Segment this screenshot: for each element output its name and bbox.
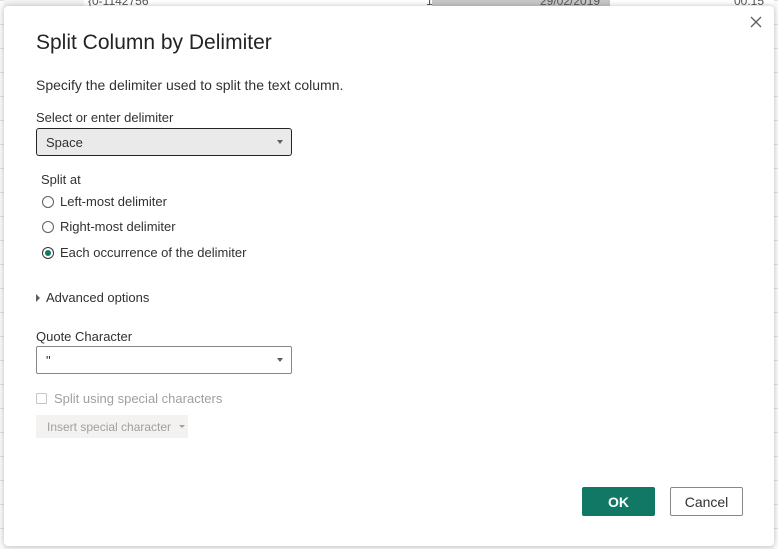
quote-character-value: " bbox=[46, 352, 51, 368]
dialog-title: Split Column by Delimiter bbox=[36, 31, 272, 54]
cancel-button[interactable]: Cancel bbox=[670, 487, 743, 516]
ok-button[interactable]: OK bbox=[582, 487, 655, 516]
advanced-options-label: Advanced options bbox=[46, 290, 150, 305]
quote-character-select[interactable]: " bbox=[36, 346, 292, 374]
radio-each-occurrence[interactable]: Each occurrence of the delimiter bbox=[42, 245, 246, 260]
delimiter-select[interactable]: Space bbox=[36, 128, 292, 156]
insert-special-character-button: Insert special character bbox=[36, 415, 188, 438]
close-icon bbox=[750, 16, 762, 28]
radio-button-selected[interactable] bbox=[42, 246, 54, 259]
radio-label: Right-most delimiter bbox=[60, 219, 176, 234]
chevron-down-icon bbox=[277, 358, 283, 362]
dialog-subtitle: Specify the delimiter used to split the … bbox=[36, 77, 344, 93]
radio-label: Each occurrence of the delimiter bbox=[60, 245, 247, 260]
advanced-options-expander[interactable]: Advanced options bbox=[36, 290, 149, 305]
delimiter-value: Space bbox=[46, 134, 83, 150]
delimiter-label: Select or enter delimiter bbox=[36, 110, 174, 125]
special-characters-option: Split using special characters bbox=[36, 391, 222, 406]
radio-left-most[interactable]: Left-most delimiter bbox=[42, 194, 167, 209]
insert-special-character-label: Insert special character bbox=[47, 419, 172, 434]
special-characters-label: Split using special characters bbox=[54, 391, 223, 406]
close-button[interactable] bbox=[746, 12, 766, 32]
background-grid-right bbox=[774, 0, 778, 549]
radio-button[interactable] bbox=[42, 220, 54, 233]
radio-right-most[interactable]: Right-most delimiter bbox=[42, 219, 176, 234]
quote-character-label: Quote Character bbox=[36, 329, 133, 344]
chevron-down-icon bbox=[179, 425, 186, 428]
radio-button[interactable] bbox=[42, 195, 54, 208]
chevron-right-icon bbox=[36, 293, 40, 302]
radio-label: Left-most delimiter bbox=[60, 194, 167, 209]
split-at-label: Split at bbox=[41, 172, 81, 187]
split-column-dialog: Split Column by Delimiter Specify the de… bbox=[4, 6, 774, 546]
chevron-down-icon bbox=[277, 140, 283, 144]
special-characters-checkbox bbox=[36, 393, 47, 404]
